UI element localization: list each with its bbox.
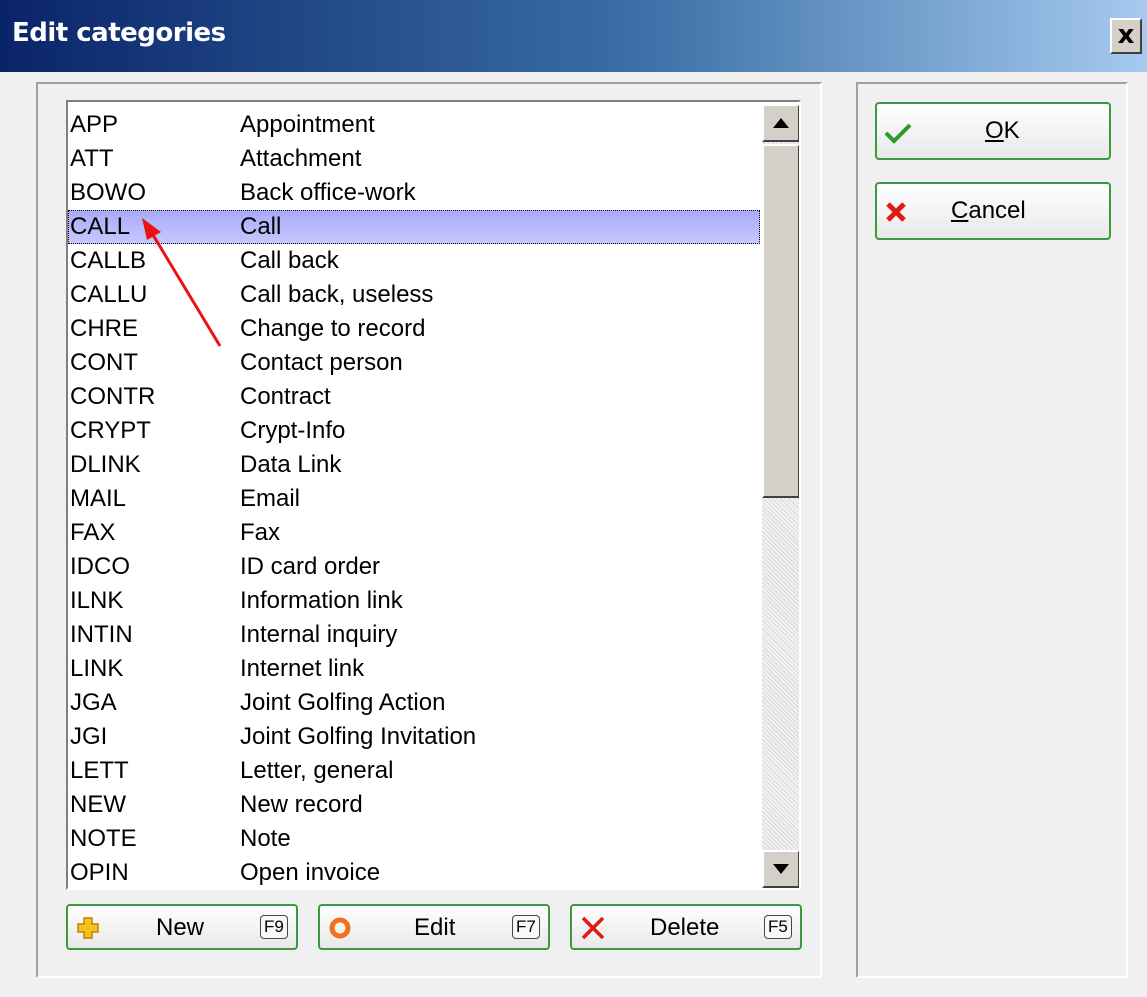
edit-button[interactable]: Edit F7 xyxy=(318,904,550,950)
circle-icon xyxy=(329,917,351,939)
delete-shortcut: F5 xyxy=(764,915,792,939)
x-icon xyxy=(886,202,906,222)
ok-mnemonic: O xyxy=(985,117,1004,144)
new-shortcut: F9 xyxy=(260,915,288,939)
new-label: New xyxy=(156,914,205,941)
delete-label: Delete xyxy=(650,914,720,941)
ok-label: K xyxy=(1003,117,1020,144)
cancel-label: ancel xyxy=(968,197,1026,224)
cancel-button[interactable]: Cancel xyxy=(875,182,1111,240)
x-icon xyxy=(581,916,605,940)
edit-label: Edit xyxy=(414,914,456,941)
ok-button[interactable]: OK xyxy=(875,102,1111,160)
edit-shortcut: F7 xyxy=(512,915,540,939)
new-button[interactable]: New F9 xyxy=(66,904,298,950)
delete-button[interactable]: Delete F5 xyxy=(570,904,802,950)
cancel-mnemonic: C xyxy=(951,197,969,224)
check-icon xyxy=(884,123,912,144)
plus-icon xyxy=(77,917,99,939)
